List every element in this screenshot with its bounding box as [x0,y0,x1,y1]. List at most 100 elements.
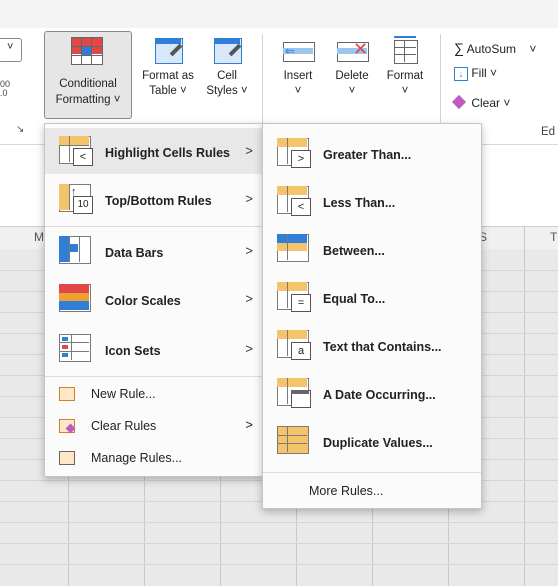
format-label: Format [386,70,424,82]
chevron-right-icon: > [245,417,253,432]
conditional-formatting-button[interactable]: Conditional Formatting ˅ [44,31,132,119]
menu-item-date-occurring[interactable]: A Date Occurring... [263,370,481,416]
menu-item-between[interactable]: Between... [263,226,481,272]
grid-line [0,522,558,523]
menu-item-highlight-cells-rules[interactable]: < Highlight Cells Rules > [45,128,263,174]
between-icon [277,234,311,264]
data-bars-icon [59,236,93,266]
format-button[interactable]: Format ˅ [380,36,430,99]
menu-item-less-than[interactable]: < Less Than... [263,178,481,224]
menu-item-label: Between... [323,244,385,258]
cs-label-1: Cell [217,70,237,82]
calendar-icon [277,378,311,408]
conditional-formatting-icon [71,37,103,65]
color-scales-icon [59,284,93,314]
manage-rules-icon [59,451,75,465]
greater-than-icon: > [277,138,311,168]
less-than-icon: < [277,186,311,216]
menu-item-label: Equal To... [323,292,386,306]
menu-item-duplicate-values[interactable]: Duplicate Values... [263,418,481,464]
menu-item-icon-sets[interactable]: Icon Sets > [45,326,263,372]
menu-item-label: Manage Rules... [91,451,183,465]
menu-separator [45,226,263,227]
eraser-icon [451,94,467,110]
column-header-m[interactable]: M [34,230,44,244]
menu-item-color-scales[interactable]: Color Scales > [45,276,263,322]
delete-cells-icon: ✕ [335,36,369,66]
menu-item-equal-to[interactable]: = Equal To... [263,274,481,320]
grid-line [0,564,558,565]
menu-item-data-bars[interactable]: Data Bars > [45,228,263,274]
menu-item-top-bottom-rules[interactable]: ↑ 10 Top/Bottom Rules > [45,176,263,222]
decimal-label-2: .0 [0,88,8,98]
cs-label-2: Styles ˅ [206,85,248,97]
format-cells-icon [388,36,422,66]
delete-label: Delete [335,70,369,82]
clear-label: Clear ˅ [471,96,511,110]
cf-label-1: Conditional [59,78,117,90]
fill-down-icon: ↓ [454,67,468,81]
format-table-icon [151,36,185,66]
autosum-icon: ∑ [454,40,464,56]
chevron-down-icon: ˅ [401,85,409,97]
cell-styles-icon [210,36,244,66]
equal-to-icon: = [277,282,311,312]
autosum-label: AutoSum [466,42,517,56]
chevron-down-icon: ˅ [7,41,14,53]
chevron-right-icon: > [245,143,253,158]
fat-label-2: Table ˅ [149,85,187,97]
ribbon-separator [440,34,441,134]
fill-label: Fill ˅ [471,66,498,80]
menu-item-label: Color Scales [105,294,181,308]
menu-item-manage-rules[interactable]: Manage Rules... [45,446,263,470]
duplicate-values-icon [277,426,311,456]
autosum-button[interactable]: ∑ AutoSum ˅ [454,40,536,56]
menu-separator [45,376,263,377]
editing-group-label: Ed [541,126,556,138]
menu-item-label: Greater Than... [323,148,412,162]
menu-item-new-rule[interactable]: New Rule... [45,382,263,406]
menu-item-clear-rules[interactable]: Clear Rules > [45,414,263,438]
title-strip [0,0,558,28]
menu-item-label: Highlight Cells Rules [105,146,231,160]
menu-item-label: Clear Rules [91,419,157,433]
chevron-right-icon: > [245,191,253,206]
cf-label-2: Formatting ˅ [55,94,121,106]
menu-item-label: A Date Occurring... [323,388,436,402]
menu-item-label: Top/Bottom Rules [105,194,212,208]
highlight-cells-submenu: > Greater Than... < Less Than... Between… [262,123,482,509]
menu-item-label: More Rules... [309,484,384,498]
conditional-formatting-menu: < Highlight Cells Rules > ↑ 10 Top/Botto… [44,123,264,477]
new-rule-icon [59,387,75,401]
highlight-cells-icon: < [59,136,93,166]
chevron-down-icon: ˅ [348,85,356,97]
icon-sets-icon [59,334,93,364]
menu-item-label: Duplicate Values... [323,436,433,450]
decimal-button-partial[interactable]: 00 .0 [0,80,10,98]
text-contains-icon: a [277,330,311,360]
menu-item-more-rules[interactable]: More Rules... [263,480,481,504]
clear-button[interactable]: Clear ˅ [451,94,511,110]
chevron-down-icon: ˅ [294,85,302,97]
chevron-down-icon: ˅ [529,42,537,56]
ribbon-separator [262,34,263,134]
menu-separator [263,472,481,473]
chevron-right-icon: > [245,243,253,258]
menu-item-label: New Rule... [91,387,156,401]
partial-dropdown[interactable]: ˅ [0,38,22,62]
insert-cells-icon: ⇐ [281,36,315,66]
chevron-right-icon: > [245,341,253,356]
menu-item-greater-than[interactable]: > Greater Than... [263,130,481,176]
fat-label-1: Format as [142,70,194,82]
dialog-launcher-icon[interactable]: ↘ [16,124,24,135]
menu-item-label: Data Bars [105,246,164,260]
column-header-t[interactable]: T [550,230,557,244]
chevron-right-icon: > [245,291,253,306]
insert-button[interactable]: ⇐ Insert ˅ [272,36,324,99]
menu-item-text-contains[interactable]: a Text that Contains... [263,322,481,368]
cell-styles-button[interactable]: Cell Styles ˅ [200,36,254,99]
format-as-table-button[interactable]: Format as Table ˅ [136,36,200,99]
grid-line [524,226,525,586]
delete-button[interactable]: ✕ Delete ˅ [326,36,378,99]
fill-button[interactable]: ↓ Fill ˅ [454,66,497,81]
